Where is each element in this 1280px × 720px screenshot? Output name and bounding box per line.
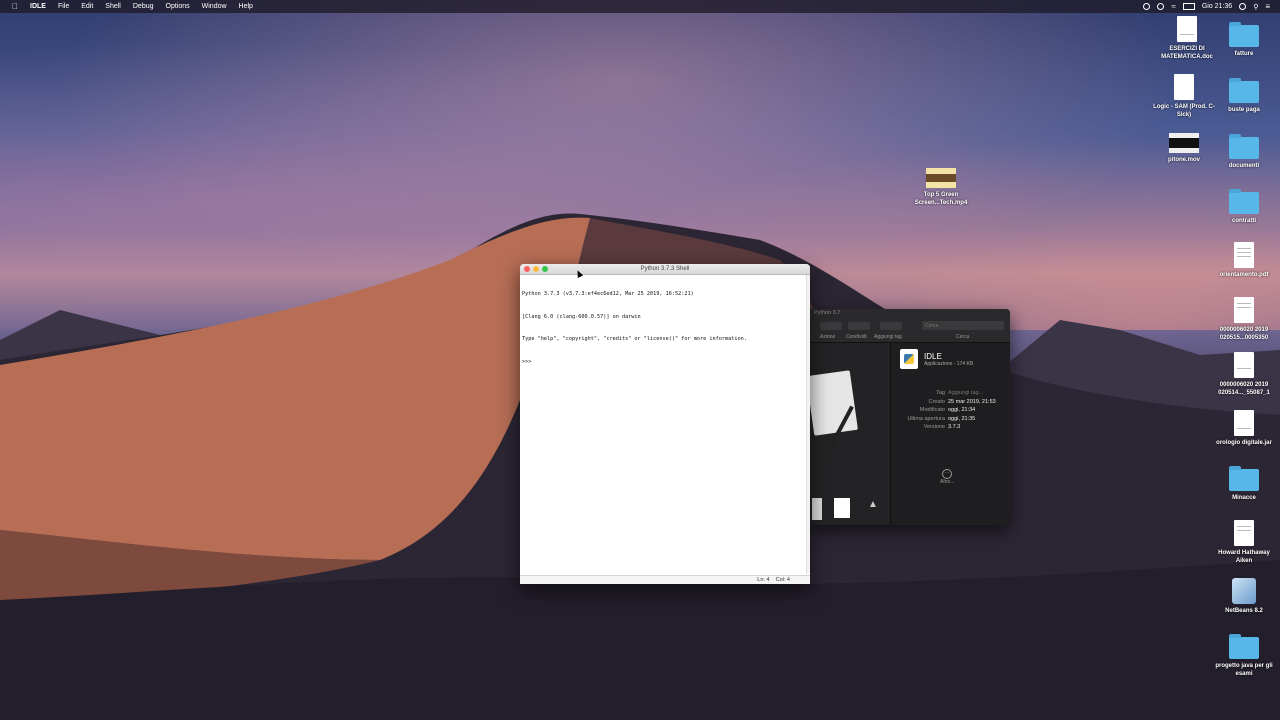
finder-window-title: Python 3.7 [814,310,841,316]
pdf-document-icon [1234,297,1254,323]
desktop-icon-pitone-mov[interactable]: pitone.mov [1152,133,1216,164]
desktop-icon-netbeans[interactable]: NetBeans 8.2 [1212,578,1276,615]
menu-bar:  IDLE File Edit Shell Debug Options Win… [0,0,1280,13]
menubar-status-area: ≈ Gio 21:36 ⚲ ≡ [1143,2,1280,11]
share-label: Condividi [846,334,867,340]
minimize-icon[interactable] [533,266,539,272]
add-tag-field[interactable]: Aggiungi tag... [948,389,983,398]
shell-prompt[interactable]: >>> [522,359,806,367]
folder-icon [1229,22,1259,47]
window-controls [524,266,548,272]
line-indicator: Ln: 4 [757,577,770,583]
folder-icon [1229,634,1259,659]
shell-line: Python 3.7.3 (v3.7.3:ef4ec6ed12, Mar 25 … [522,291,694,297]
column-indicator: Col: 4 [775,577,790,583]
video-thumbnail-icon [926,168,956,188]
desktop-icon-howard-aiken[interactable]: Howard Hathaway Aiken [1212,520,1276,565]
menu-help[interactable]: Help [233,0,259,13]
menubar-clock[interactable]: Gio 21:36 [1202,3,1232,10]
python-idle-icon [900,349,918,369]
shell-line: [Clang 6.0 (clang-600.0.57)] on darwin [522,313,641,320]
info-row-tag: Tag Aggiungi tag... [936,389,984,398]
info-row-last-opened: Ultima apertura oggi, 21:35 [907,415,976,422]
pdf-document-icon [1234,242,1254,268]
desktop-icon-buste-paga[interactable]: buste paga [1212,78,1276,114]
more-ellipsis-icon: ⋯ [942,469,953,479]
menu-window[interactable]: Window [196,0,233,13]
document-icon [1174,74,1194,100]
desktop-icon-esercizi[interactable]: ESERCIZI DI MATEMATICA.doc [1155,16,1219,61]
shell-text-area[interactable]: Python 3.7.3 (v3.7.3:ef4ec6ed12, Mar 25 … [522,276,806,574]
apple-menu-icon[interactable]:  [0,0,24,13]
wifi-icon[interactable]: ≈ [1171,2,1175,11]
action-label: Azione [820,334,836,340]
idle-shell-window[interactable]: Python 3.7.3 Shell Python 3.7.3 (v3.7.3:… [520,264,810,584]
video-thumbnail-icon [1169,133,1199,153]
info-row-created: Creato 25 mar 2019, 21:53 [928,398,996,405]
user-icon[interactable] [1239,3,1247,10]
zoom-icon[interactable] [542,266,548,272]
share-button[interactable] [848,322,870,330]
record-icon[interactable] [1143,3,1151,10]
add-tag-button[interactable] [880,322,902,330]
menu-app-name[interactable]: IDLE [24,0,52,13]
document-icon [1177,16,1197,42]
desktop-icon-fatture[interactable]: fatture [1212,22,1276,58]
menu-file[interactable]: File [52,0,75,13]
desktop-icon-pdf-55087[interactable]: 0000006020 2019 020514..._55087_1 [1212,352,1276,397]
jar-file-icon [1234,410,1254,436]
desktop-icon-orientamento-pdf[interactable]: orientamento.pdf [1212,242,1276,279]
folder-icon [1229,189,1259,214]
finder-info-panel: IDLE Applicazione - 174 KB Tag Aggiungi t… [900,349,1004,485]
menu-shell[interactable]: Shell [99,0,127,13]
shell-window-title: Python 3.7.3 Shell [640,266,690,272]
app-kind: Applicazione - 174 KB [924,360,974,367]
shell-line: Type "help", "copyright", "credits" or "… [522,336,747,342]
file-thumb-icon [812,498,822,520]
finder-preview-pane: ▲ [810,343,890,525]
python-script-icon [834,498,850,518]
desktop-icon-documenti[interactable]: documenti [1212,134,1276,170]
finder-info-window[interactable]: Python 3.7 Azione Condividi Aggiungi tag… [810,309,1010,525]
menu-edit[interactable]: Edit [75,0,99,13]
netbeans-cube-icon [1232,578,1256,604]
desktop-icon-logic-sam[interactable]: Logic - SAM (Prod. C-Sick) [1152,74,1216,119]
menu-debug[interactable]: Debug [127,0,160,13]
desktop-icon-pdf-0005350[interactable]: 0000006020 2019 020515...0005350 [1212,297,1276,342]
desktop-icon-contratti[interactable]: contratti [1212,189,1276,225]
battery-icon[interactable] [1182,3,1195,10]
rocket-icon: ▲ [868,499,878,510]
info-row-modified: Modificato oggi, 21:34 [919,407,976,413]
folder-icon [1229,466,1259,491]
finder-divider [890,343,891,525]
desktop-icon-minacce[interactable]: Minacce [1212,466,1276,502]
search-input[interactable] [922,321,1004,330]
more-button[interactable]: ⋯ Altro... [940,469,954,485]
idle-app-large-icon [810,370,858,436]
pdf-document-icon [1234,352,1254,378]
search-icon[interactable]: ⚲ [1253,3,1258,11]
search-label: Cerca [956,334,970,340]
desktop-icon-orologio-jar[interactable]: orologio digitale.jar [1212,410,1276,447]
finder-toolbar: Python 3.7 Azione Condividi Aggiungi tag… [810,309,1010,343]
close-icon[interactable] [524,266,530,272]
shell-status-bar: Ln: 4 Col: 4 [520,575,810,584]
folder-icon [1229,134,1259,159]
menu-options[interactable]: Options [160,0,196,13]
shell-titlebar[interactable]: Python 3.7.3 Shell [520,264,810,275]
app-name: IDLE [924,351,942,361]
document-icon [1234,520,1254,546]
info-row-version: Versione 3.7.3 [923,424,961,430]
action-button[interactable] [820,322,842,330]
add-tag-label: Aggiungi tag [874,334,902,340]
folder-icon [1229,78,1259,103]
desktop-icon-top5-green-screen[interactable]: Top 5 Green Screen...Tech.mp4 [909,168,973,207]
desktop-icon-progetto-java[interactable]: progetto java per gli esami [1212,634,1276,678]
sync-icon[interactable] [1157,3,1165,10]
notification-center-icon[interactable]: ≡ [1265,2,1270,11]
shell-scrollbar[interactable] [806,275,810,574]
